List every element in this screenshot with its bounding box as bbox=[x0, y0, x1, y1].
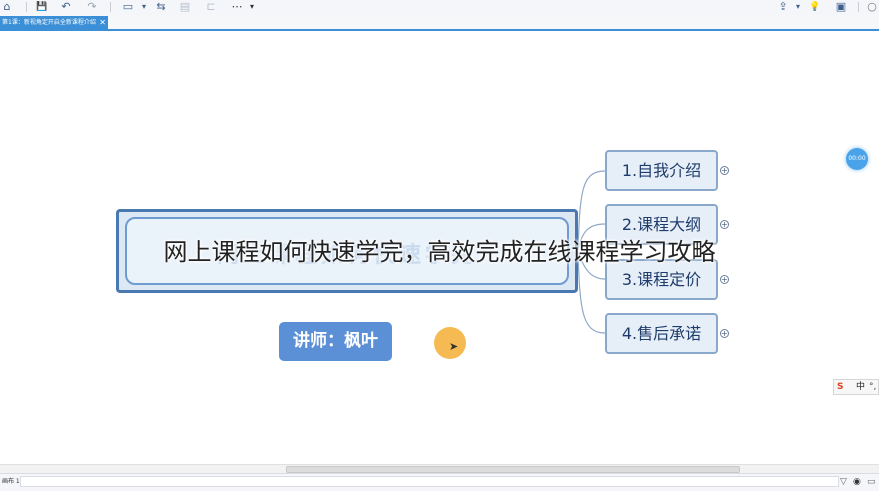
expand-icon[interactable]: + bbox=[720, 166, 729, 175]
ime-logo-icon[interactable]: S bbox=[837, 381, 843, 393]
chevron-down-icon[interactable]: ▾ bbox=[794, 1, 802, 13]
cursor-icon: ➤ bbox=[449, 340, 459, 353]
relationship-icon[interactable]: ⇆ bbox=[154, 1, 168, 13]
toolbar-divider bbox=[110, 2, 111, 12]
ime-lang-toggle[interactable]: 中 bbox=[856, 381, 865, 393]
summary-icon[interactable]: ⊏ bbox=[204, 1, 218, 13]
caption-overlay: 网上课程如何快速学完，高效完成在线课程学习攻略 bbox=[163, 238, 716, 266]
filter-icon[interactable]: ▽ bbox=[840, 476, 847, 488]
branch-topic-1[interactable]: 1.自我介绍 bbox=[605, 150, 718, 191]
close-icon[interactable]: ✕ bbox=[99, 16, 106, 29]
scrollbar-thumb[interactable] bbox=[286, 466, 740, 473]
redo-icon[interactable]: ↷ bbox=[86, 1, 98, 13]
tab-label: 第1课：新视角定开启全新课程介绍 bbox=[2, 19, 96, 26]
idea-icon[interactable]: 💡 bbox=[808, 1, 822, 13]
undo-icon[interactable]: ↶ bbox=[60, 1, 72, 13]
chevron-down-icon[interactable]: ▾ bbox=[140, 1, 148, 13]
ime-punct-toggle[interactable]: °, bbox=[869, 381, 876, 393]
save-icon[interactable]: 💾 bbox=[36, 1, 48, 13]
export-icon[interactable]: ⇪ bbox=[776, 1, 790, 13]
expand-icon[interactable]: + bbox=[720, 275, 729, 284]
top-toolbar: ⌂ 💾 ↶ ↷ ▭ ▾ ⇆ ▤ ⊏ ⋯ ▾ ⇪ ▾ 💡 ▣ ○ bbox=[0, 0, 879, 16]
expand-icon[interactable]: + bbox=[720, 220, 729, 229]
branch-topic-4[interactable]: 4.售后承诺 bbox=[605, 313, 718, 354]
zoom-icon[interactable]: ▭ bbox=[867, 476, 876, 488]
search-icon[interactable]: ○ bbox=[866, 1, 878, 13]
document-tab-bar: 第1课：新视角定开启全新课程介绍 ✕ bbox=[0, 15, 879, 31]
chevron-down-icon[interactable]: ▾ bbox=[248, 1, 256, 13]
expand-icon[interactable]: + bbox=[720, 329, 729, 338]
toolbar-divider bbox=[26, 2, 27, 12]
boundary-icon[interactable]: ▤ bbox=[178, 1, 192, 13]
sheet-tab[interactable]: 画布 1 bbox=[0, 476, 20, 488]
tab-document[interactable]: 第1课：新视角定开启全新课程介绍 ✕ bbox=[0, 16, 108, 29]
home-icon[interactable]: ⌂ bbox=[1, 1, 13, 13]
ime-toolbar[interactable]: S 中 °, bbox=[833, 379, 879, 395]
horizontal-scrollbar[interactable] bbox=[0, 464, 879, 473]
status-bar: 画布 1 ▽ ◉ ▭ bbox=[0, 473, 879, 491]
sheet-strip bbox=[20, 476, 839, 487]
present-icon[interactable]: ▣ bbox=[834, 1, 848, 13]
eye-icon[interactable]: ◉ bbox=[853, 476, 861, 488]
layout-icon[interactable]: ▭ bbox=[122, 1, 134, 13]
recording-timer[interactable]: 00:00 bbox=[846, 148, 868, 170]
more-icon[interactable]: ⋯ bbox=[230, 1, 244, 13]
lecturer-topic[interactable]: 讲师：枫叶 bbox=[279, 322, 392, 361]
toolbar-divider bbox=[858, 2, 859, 12]
